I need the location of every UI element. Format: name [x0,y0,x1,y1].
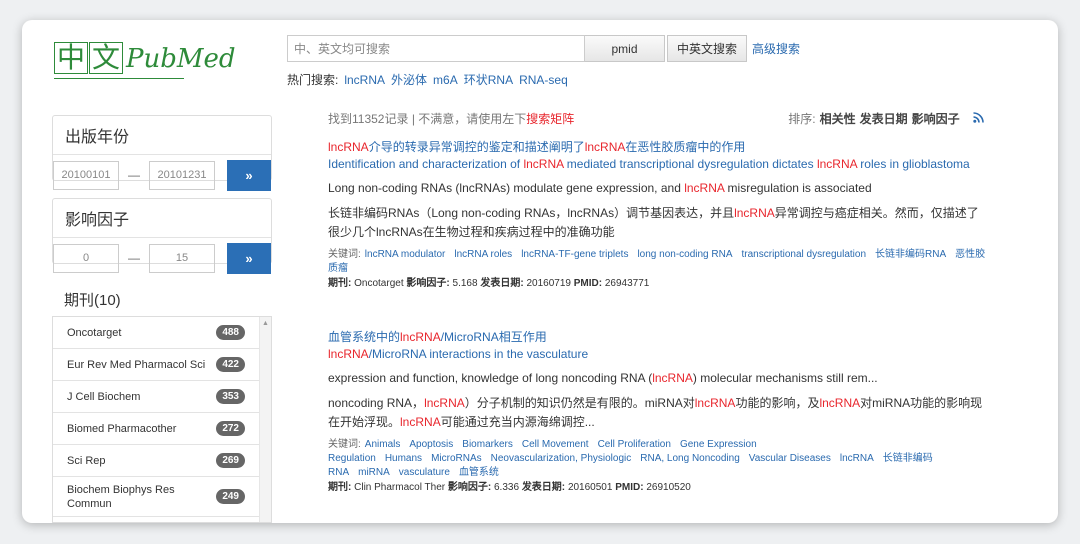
keyword-link[interactable]: long non-coding RNA [637,249,732,260]
pmid-button[interactable]: pmid [585,35,665,62]
journal-item[interactable]: J Cell Biochem 353 [53,381,259,413]
keyword-link[interactable]: vasculature [399,467,450,478]
scroll-up-arrow-icon[interactable]: ▲ [260,320,271,327]
journal-name: Biomed Pharmacother [67,422,177,435]
rss-icon[interactable] [973,112,984,126]
result-keywords: 关键词: lncRNA modulator lncRNA roles lncRNA-T… [328,249,986,274]
keyword-link[interactable]: lncRNA-TF-gene triplets [521,249,628,260]
journal-scrollbar[interactable]: ▲ [259,317,271,522]
journal-name: Biochem Biophys Res Commun [67,483,175,510]
hot-searches: 热门搜索: lncRNA 外泌体 m6A 环状RNA RNA-seq [287,71,568,88]
keyword-link[interactable]: miRNA [358,467,390,478]
count-badge: 249 [216,489,245,504]
impact-filter-row: 0 — 15 » [53,238,271,274]
range-dash: — [128,168,140,182]
hot-keyword[interactable]: 环状RNA [464,73,513,87]
result-item: lncRNA介导的转录异常调控的鉴定和描述阐明了lncRNA在恶性胶质瘤中的作用… [328,139,988,291]
keyword-link[interactable]: 血管系统 [459,467,499,478]
impact-filter-title: 影响因子 [53,199,271,238]
keyword-link[interactable]: Biomarkers [462,439,513,450]
sort-controls: 排序: 相关性 发表日期 影响因子 [788,110,984,127]
logo-char-1: 中 [54,42,89,74]
impact-from-input[interactable]: 0 [53,243,119,273]
keyword-link[interactable]: lncRNA roles [454,249,512,260]
journal-item[interactable]: Biomed Pharmacother 272 [53,413,259,445]
range-dash: — [128,251,140,265]
keyword-link[interactable]: Animals [365,439,401,450]
results-header: 找到11352记录 | 不满意，请使用左下搜索矩阵 排序: 相关性 发表日期 影响因子 [328,110,984,127]
sort-date[interactable]: 发表日期 [860,112,908,126]
hot-keyword[interactable]: lncRNA [344,73,385,87]
journal-item[interactable]: Eur Rev Med Pharmacol Sci 422 [53,349,259,381]
year-filter-title: 出版年份 [53,116,271,155]
hot-label: 热门搜索: [287,73,339,87]
result-item: 血管系统中的lncRNA/MicroRNA相互作用 lncRNA/MicroRN… [328,329,988,495]
result-abstract-cn: 长链非编码RNAs（Long non-coding RNAs，lncRNAs）调… [328,206,979,239]
logo-char-2: 文 [89,42,124,74]
journal-name: Eur Rev Med Pharmacol Sci [67,358,206,371]
keyword-link[interactable]: Cell Movement [522,439,589,450]
advanced-search-link[interactable]: 高级搜索 [752,40,800,57]
impact-apply-button[interactable]: » [227,242,271,274]
count-badge: 272 [216,421,245,436]
logo-underline [54,78,184,79]
keyword-link[interactable]: Neovascularization, Physiologic [491,453,632,464]
journal-filter-title: 期刊(10) [64,292,121,309]
hot-keyword[interactable]: m6A [433,73,458,87]
hot-keyword[interactable]: RNA-seq [519,73,568,87]
keyword-link[interactable]: lncRNA modulator [365,249,446,260]
journal-item[interactable]: Sci Rep 269 [53,445,259,477]
keyword-link[interactable]: RNA, Long Noncoding [640,453,740,464]
hot-keyword[interactable]: 外泌体 [391,73,427,87]
count-badge: 422 [216,357,245,372]
sort-label: 排序: [788,112,816,126]
journal-item[interactable]: Biochem Biophys Res Commun 249 [53,477,259,517]
logo-cn: 中 文 [54,42,124,74]
result-abstract-en: expression and function, knowledge of lo… [328,371,878,385]
result-meta: 期刊: Clin Pharmacol Ther 影响因子: 6.336 发表日期… [328,482,691,493]
journal-name: Oncotarget [67,326,122,339]
result-meta: 期刊: Oncotarget 影响因子: 5.168 发表日期: 2016071… [328,278,650,289]
keyword-link[interactable]: lncRNA [840,453,874,464]
count-badge: 353 [216,389,245,404]
journal-name: J Cell Biochem [67,390,141,403]
keyword-link[interactable]: Vascular Diseases [749,453,831,464]
result-en-title[interactable]: lncRNA/MicroRNA interactions in the vasc… [328,346,988,363]
journal-name: Sci Rep [67,454,106,467]
journal-item[interactable]: Oncotarget 488 [53,317,259,349]
result-cn-title[interactable]: 血管系统中的lncRNA/MicroRNA相互作用 [328,329,988,346]
count-badge: 269 [216,453,245,468]
cn-en-search-button[interactable]: 中英文搜索 [667,35,747,62]
logo[interactable]: 中 文 PubMed [54,42,236,74]
keyword-link[interactable]: Cell Proliferation [598,439,671,450]
result-en-title[interactable]: Identification and characterization of l… [328,156,988,173]
sort-relevance[interactable]: 相关性 [820,112,856,126]
year-apply-button[interactable]: » [227,159,271,191]
keyword-link[interactable]: Apoptosis [409,439,453,450]
logo-text: PubMed [126,44,236,74]
search-input[interactable] [287,35,585,62]
year-to-input[interactable]: 20101231 [149,160,215,190]
result-abstract-cn: noncoding RNA，lncRNA）分子机制的知识仍然是有限的。miRNA… [328,396,983,429]
result-abstract-en: Long non-coding RNAs (lncRNAs) modulate … [328,181,872,195]
keyword-link[interactable]: MicroRNAs [431,453,482,464]
impact-filter: 影响因子 0 — 15 » [52,198,272,274]
year-filter-row: 20100101 — 20101231 » [53,155,271,191]
sort-impact[interactable]: 影响因子 [912,112,960,126]
year-filter: 出版年份 20100101 — 20101231 » [52,115,272,191]
keyword-link[interactable]: transcriptional dysregulation [742,249,867,260]
results-count: 找到11352记录 | 不满意，请使用左下搜索矩阵 [328,110,574,127]
impact-to-input[interactable]: 15 [149,243,215,273]
main-card: 中 文 PubMed pmid 中英文搜索 高级搜索 热门搜索: lncRNA 外泌… [22,20,1058,523]
result-keywords: 关键词: Animals Apoptosis Biomarkers Cell Movem… [328,439,933,478]
search-matrix-link[interactable]: 搜索矩阵 [526,112,574,126]
results-count-text: 找到11352记录 | 不满意，请使用左下 [328,112,527,126]
result-cn-title[interactable]: lncRNA介导的转录异常调控的鉴定和描述阐明了lncRNA在恶性胶质瘤中的作用 [328,139,988,156]
keyword-link[interactable]: Humans [385,453,422,464]
count-badge: 488 [216,325,245,340]
year-from-input[interactable]: 20100101 [53,160,119,190]
search-bar: pmid 中英文搜索 高级搜索 [287,35,800,62]
journal-list: Oncotarget 488 Eur Rev Med Pharmacol Sci 4… [52,316,272,523]
keyword-link[interactable]: 长链非编码RNA [875,249,946,260]
